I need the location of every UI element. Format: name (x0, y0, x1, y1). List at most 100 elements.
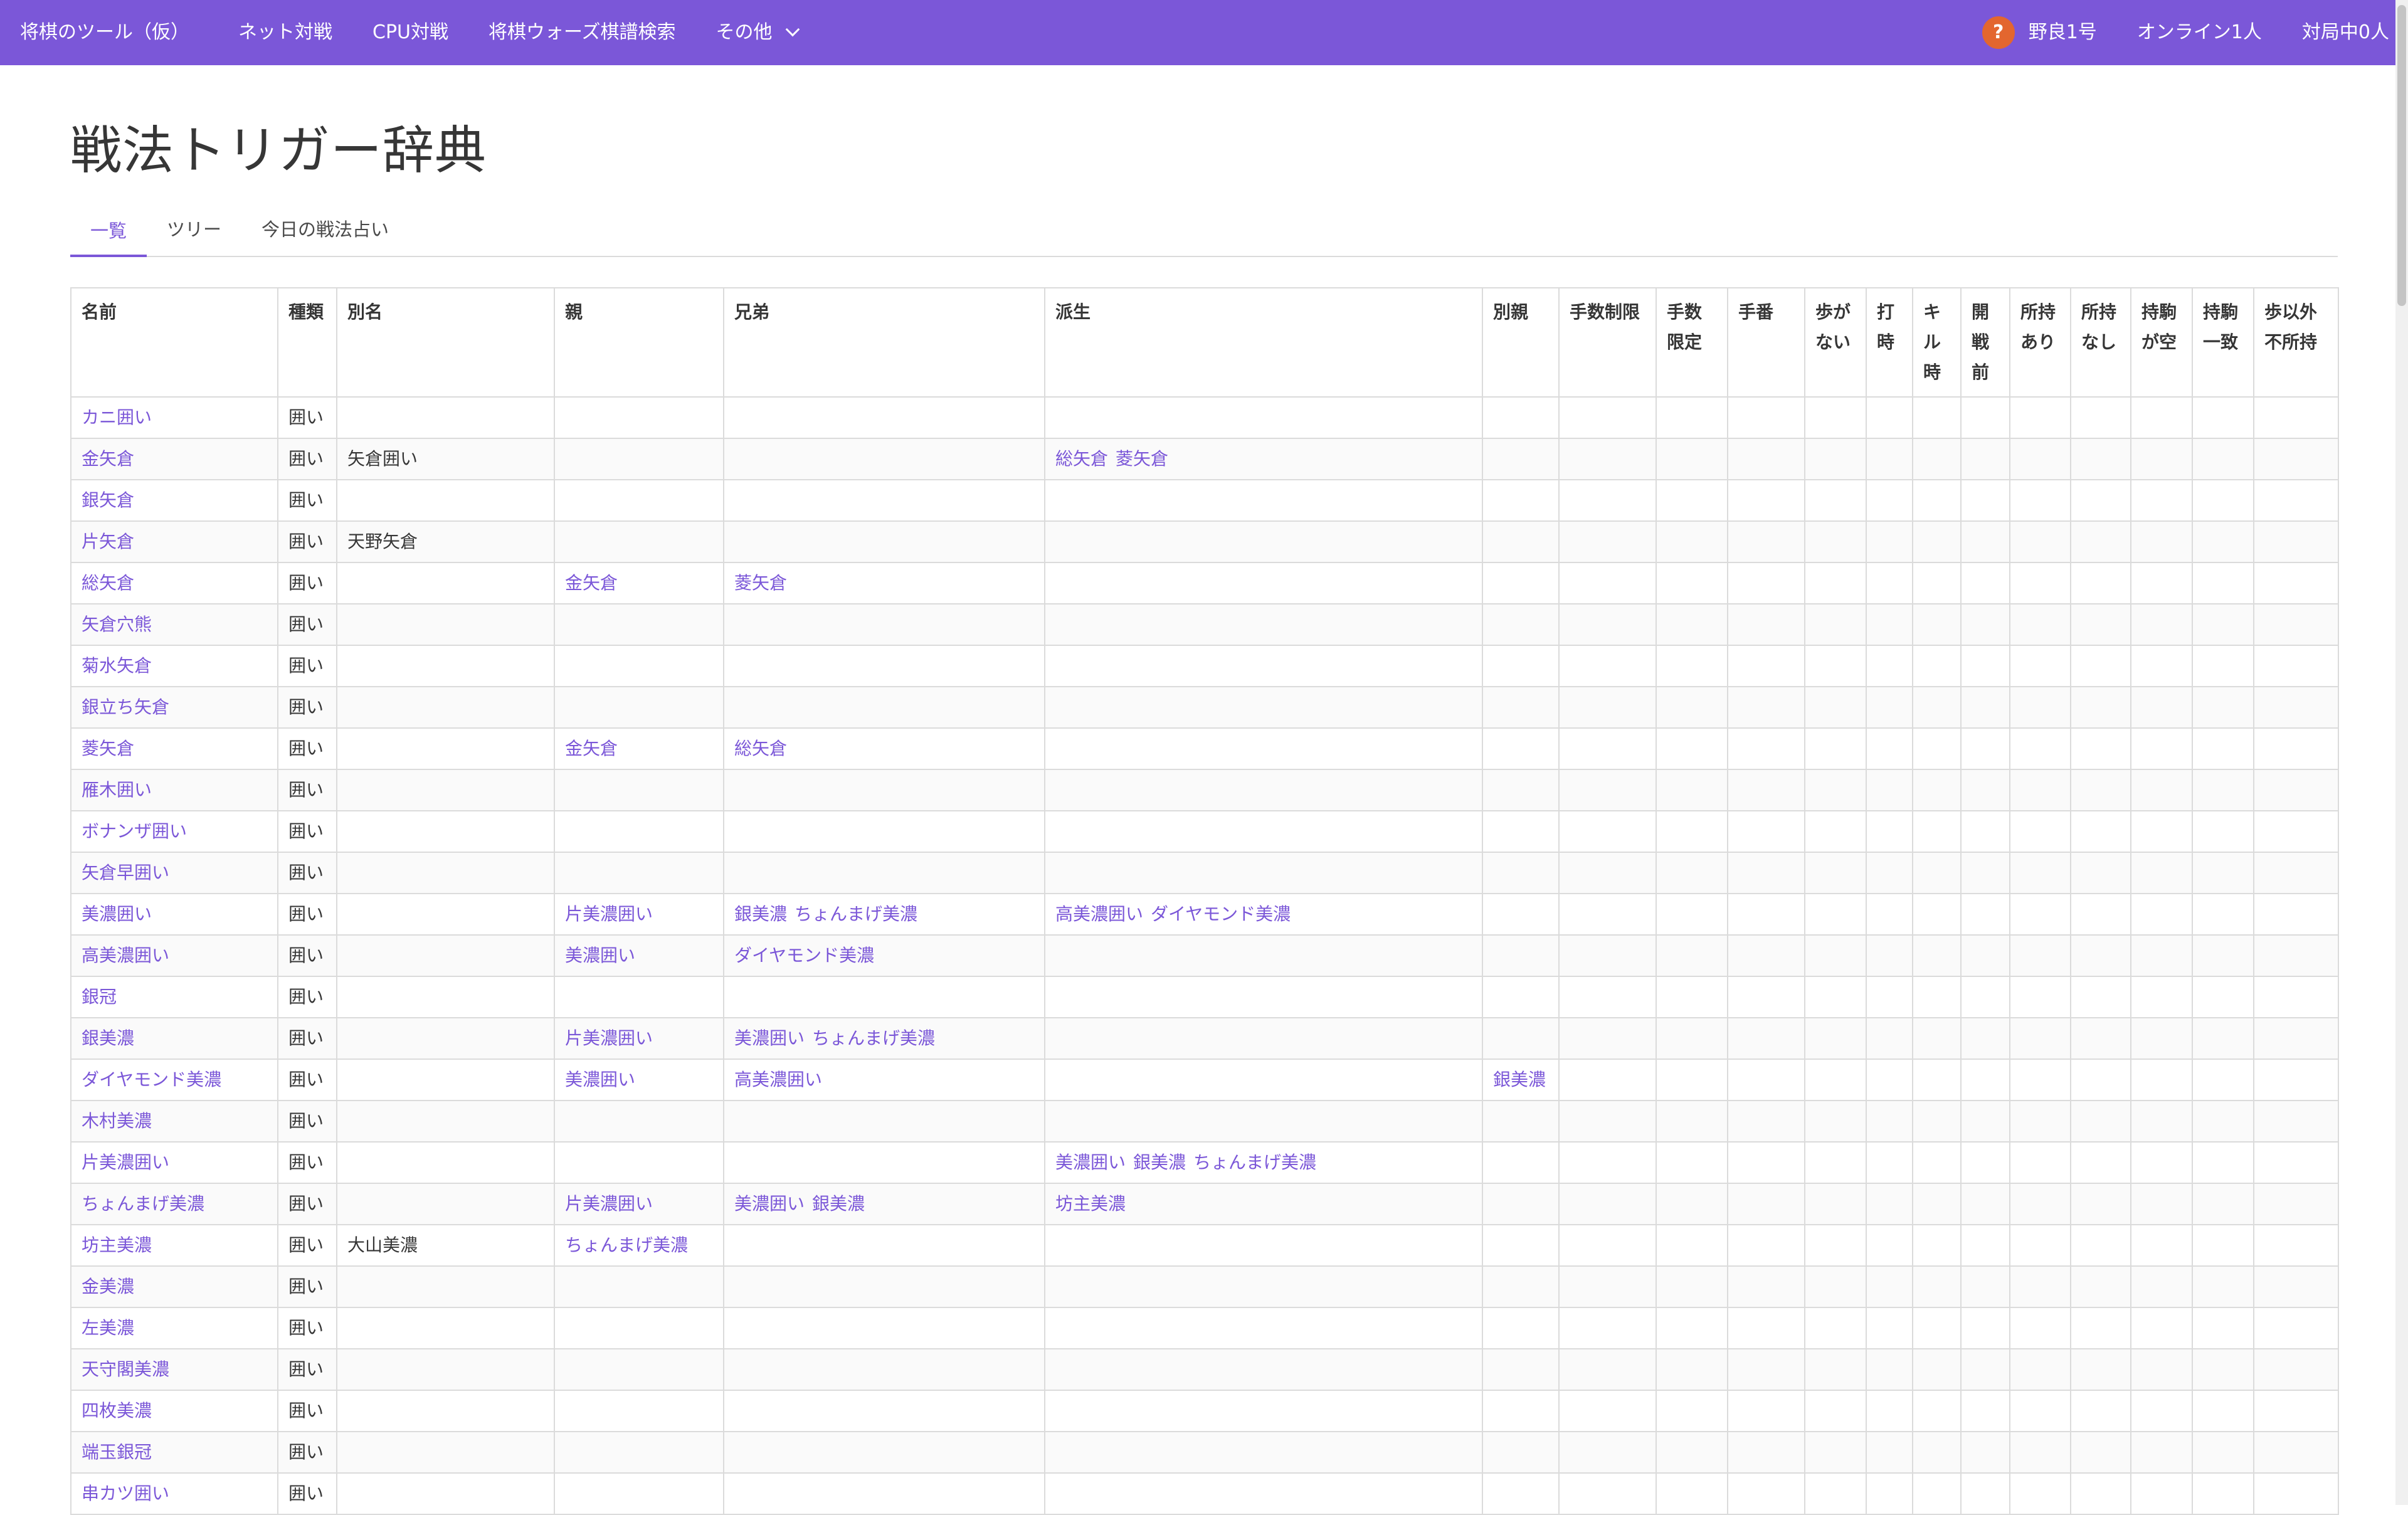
parent-link[interactable]: ちょんまげ美濃 (565, 1235, 688, 1255)
user-menu[interactable]: ? 野良1号 (1962, 0, 2117, 65)
derived-link[interactable]: 高美濃囲い (1055, 904, 1143, 924)
tactic-name-link[interactable]: 金美濃 (82, 1276, 134, 1297)
derived-link[interactable]: 坊主美濃 (1055, 1193, 1126, 1214)
col-header-hand-match[interactable]: 持駒一致 (2192, 287, 2254, 398)
col-header-no-pawn[interactable]: 歩がない (1804, 287, 1867, 398)
col-header-hand-empty[interactable]: 持駒が空 (2130, 287, 2193, 398)
tactic-name-link[interactable]: ダイヤモンド美濃 (82, 1069, 221, 1090)
col-header-hold-some[interactable]: 所持あり (2009, 287, 2071, 398)
cell-flag (2192, 1141, 2254, 1184)
tactic-name-link[interactable]: 雁木囲い (82, 779, 152, 800)
cell-flag (2192, 479, 2254, 522)
tactic-name-link[interactable]: 菊水矢倉 (82, 655, 152, 676)
tab-tree[interactable]: ツリー (147, 213, 241, 256)
nav-more-dropdown[interactable]: その他 (696, 0, 818, 65)
col-header-turn-exact[interactable]: 手数限定 (1656, 287, 1728, 398)
parent-link[interactable]: 金矢倉 (565, 573, 618, 593)
tactic-name-link[interactable]: 矢倉早囲い (82, 862, 169, 883)
tactic-name-link[interactable]: 串カツ囲い (82, 1483, 169, 1504)
online-count[interactable]: オンライン1人 (2117, 0, 2282, 65)
scrollbar-thumb[interactable] (2397, 5, 2406, 306)
brand-link[interactable]: 将棋のツール（仮） (0, 0, 218, 65)
col-header-kind[interactable]: 種類 (277, 287, 337, 398)
cell-flag (1960, 396, 2010, 439)
page-scrollbar[interactable] (2395, 0, 2408, 1505)
tactic-name-link[interactable]: 美濃囲い (82, 904, 152, 924)
col-header-on-drop[interactable]: 打時 (1866, 287, 1913, 398)
tactic-name-link[interactable]: 片美濃囲い (82, 1152, 169, 1173)
cell-flag (1866, 603, 1913, 646)
tactic-name-link[interactable]: 菱矢倉 (82, 738, 134, 759)
tactic-name-link[interactable]: 金矢倉 (82, 448, 134, 469)
col-header-name[interactable]: 名前 (70, 287, 278, 398)
derived-link[interactable]: 総矢倉 (1055, 448, 1108, 469)
tactic-name-link[interactable]: 端玉銀冠 (82, 1442, 152, 1462)
tactic-name-link[interactable]: ボナンザ囲い (82, 821, 187, 842)
nav-wars-kifu-search[interactable]: 将棋ウォーズ棋譜検索 (468, 0, 696, 65)
col-header-alt-parent[interactable]: 別親 (1482, 287, 1560, 398)
cell-flag (1656, 893, 1728, 936)
tactic-name-link[interactable]: 総矢倉 (82, 573, 134, 593)
parent-link[interactable]: 金矢倉 (565, 738, 618, 759)
cell-name: 美濃囲い (70, 893, 278, 936)
siblings-link[interactable]: ダイヤモンド美濃 (734, 945, 874, 966)
tactic-name-link[interactable]: 坊主美濃 (82, 1235, 152, 1255)
col-header-parent[interactable]: 親 (554, 287, 724, 398)
tab-fortune[interactable]: 今日の戦法占い (241, 213, 409, 256)
tab-list[interactable]: 一覧 (70, 214, 147, 257)
nav-cpu-match[interactable]: CPU対戦 (352, 0, 468, 65)
nav-net-match[interactable]: ネット対戦 (218, 0, 352, 65)
parent-link[interactable]: 美濃囲い (565, 1069, 635, 1090)
tactic-name-link[interactable]: カニ囲い (82, 407, 152, 428)
tactic-name-link[interactable]: 天守閣美濃 (82, 1359, 169, 1380)
cell-flag (1558, 934, 1657, 977)
tactic-name-link[interactable]: 矢倉穴熊 (82, 614, 152, 635)
tactic-name-link[interactable]: 左美濃 (82, 1317, 134, 1338)
tactic-name-link[interactable]: ちょんまげ美濃 (82, 1193, 204, 1214)
cell-kind: 囲い (277, 1141, 337, 1184)
col-header-siblings[interactable]: 兄弟 (723, 287, 1045, 398)
alt_parent-link[interactable]: 銀美濃 (1493, 1069, 1546, 1090)
tactic-name-link[interactable]: 片矢倉 (82, 531, 134, 552)
derived-link[interactable]: 銀美濃 (1133, 1152, 1186, 1173)
tactic-name-link[interactable]: 銀冠 (82, 986, 117, 1007)
cell-flag (2009, 603, 2071, 646)
derived-link[interactable]: ダイヤモンド美濃 (1151, 904, 1291, 924)
derived-link[interactable]: 菱矢倉 (1116, 448, 1168, 469)
col-header-hold-none[interactable]: 所持なし (2070, 287, 2131, 398)
playing-count[interactable]: 対局中0人 (2282, 0, 2408, 65)
cell-flag (1912, 603, 1962, 646)
cell-flag (2192, 934, 2254, 977)
derived-link[interactable]: 美濃囲い (1055, 1152, 1126, 1173)
tactic-name-link[interactable]: 高美濃囲い (82, 945, 169, 966)
col-header-turn-limit[interactable]: 手数制限 (1558, 287, 1657, 398)
siblings-link[interactable]: ちょんまげ美濃 (812, 1028, 935, 1048)
tactic-name-link[interactable]: 銀立ち矢倉 (82, 697, 169, 717)
derived-link[interactable]: ちょんまげ美濃 (1193, 1152, 1316, 1173)
tactic-name-link[interactable]: 銀矢倉 (82, 490, 134, 510)
cell-flag (2130, 1183, 2193, 1225)
siblings-link[interactable]: 菱矢倉 (734, 573, 787, 593)
siblings-link[interactable]: 高美濃囲い (734, 1069, 822, 1090)
siblings-link[interactable]: 総矢倉 (734, 738, 787, 759)
parent-link[interactable]: 美濃囲い (565, 945, 635, 966)
cell-flag (1727, 1141, 1805, 1184)
cell-name: 矢倉穴熊 (70, 603, 278, 646)
parent-link[interactable]: 片美濃囲い (565, 1028, 653, 1048)
tactic-name-link[interactable]: 銀美濃 (82, 1028, 134, 1048)
siblings-link[interactable]: 銀美濃 (734, 904, 787, 924)
parent-link[interactable]: 片美濃囲い (565, 1193, 653, 1214)
col-header-before-battle[interactable]: 開戦前 (1960, 287, 2010, 398)
tactic-name-link[interactable]: 四枚美濃 (82, 1400, 152, 1421)
col-header-order[interactable]: 手番 (1727, 287, 1805, 398)
col-header-on-capture[interactable]: キル時 (1912, 287, 1962, 398)
siblings-link[interactable]: 美濃囲い (734, 1193, 805, 1214)
siblings-link[interactable]: 美濃囲い (734, 1028, 805, 1048)
parent-link[interactable]: 片美濃囲い (565, 904, 653, 924)
siblings-link[interactable]: ちょんまげ美濃 (795, 904, 917, 924)
col-header-only-pawn[interactable]: 歩以外不所持 (2253, 287, 2339, 398)
col-header-derived[interactable]: 派生 (1044, 287, 1483, 398)
col-header-alias[interactable]: 別名 (336, 287, 555, 398)
siblings-link[interactable]: 銀美濃 (812, 1193, 865, 1214)
tactic-name-link[interactable]: 木村美濃 (82, 1111, 152, 1131)
